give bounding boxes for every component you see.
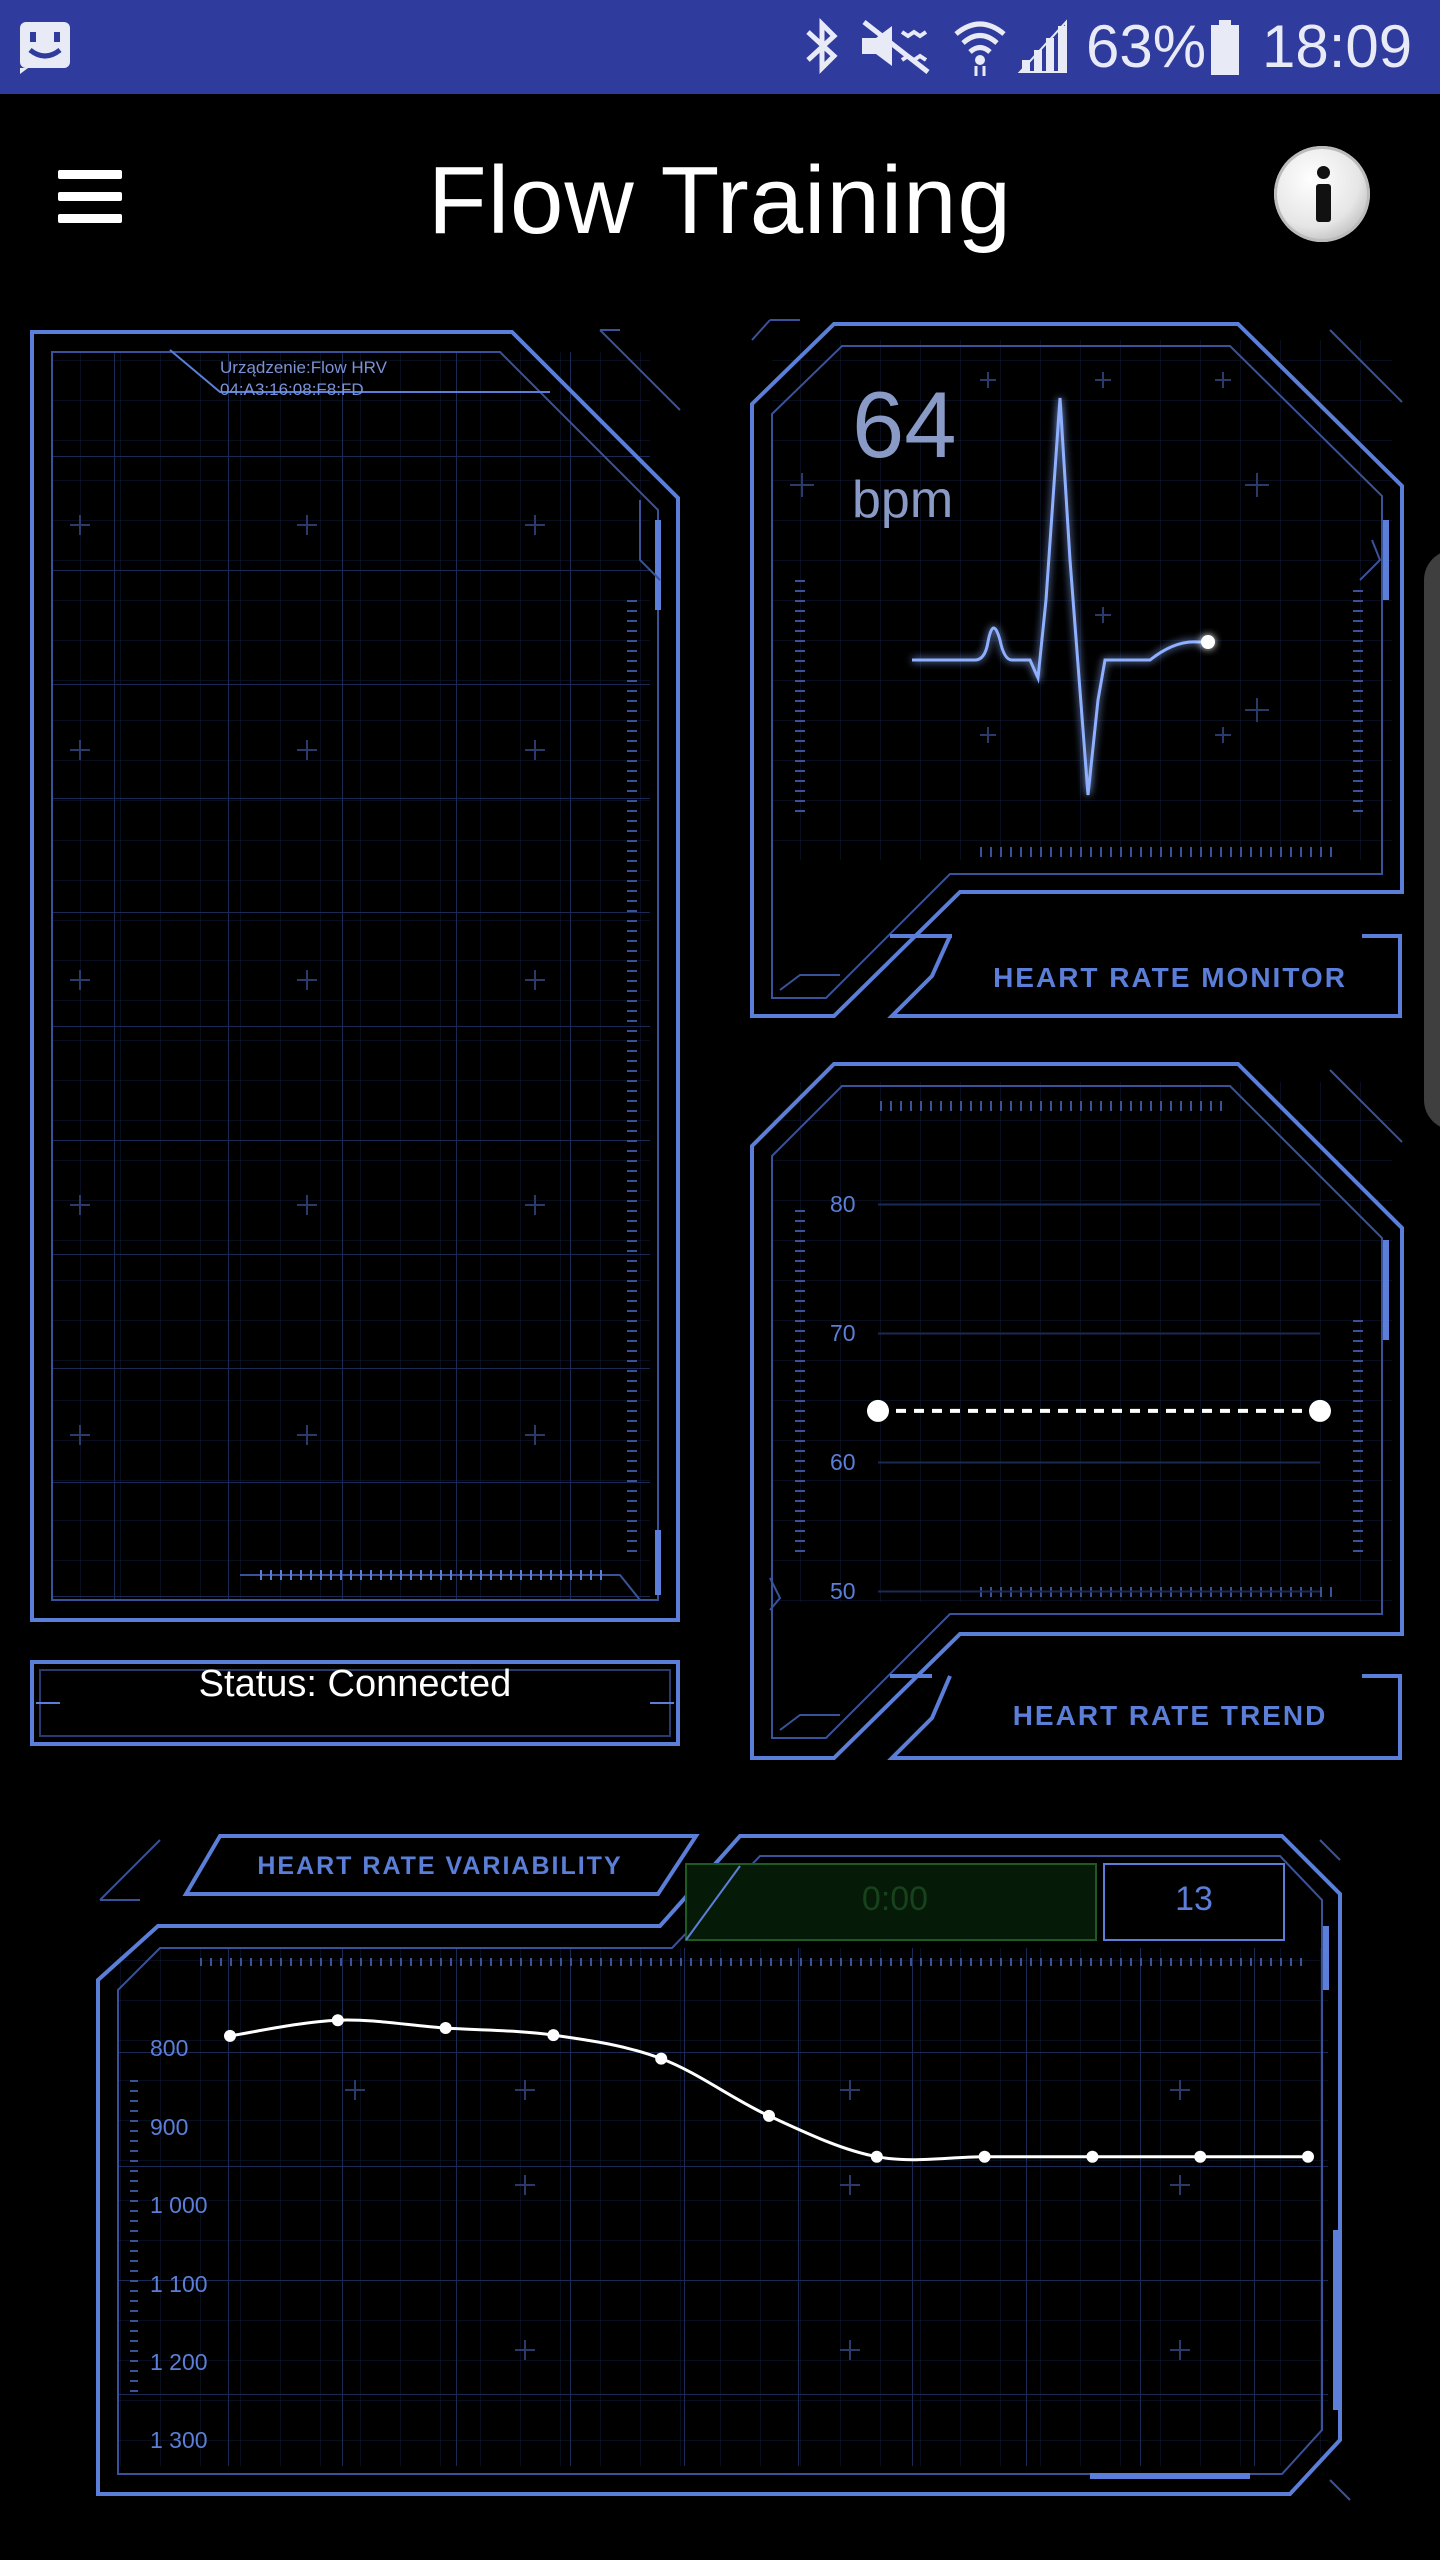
device-info: Urządzenie:Flow HRV 04:A3:16:08:F8:FD bbox=[220, 357, 387, 401]
trend-y-tick: 80 bbox=[830, 1190, 856, 1217]
heart-rate-unit: bpm bbox=[852, 471, 954, 529]
hrv-timer: 0:00 bbox=[861, 1880, 929, 1918]
heart-rate-variability-frame bbox=[96, 1834, 1351, 2501]
hrv-point bbox=[978, 2150, 991, 2163]
hrv-y-tick: 1 100 bbox=[150, 2270, 208, 2297]
hrv-point bbox=[331, 2014, 344, 2027]
hrv-point bbox=[547, 2029, 560, 2042]
heart-rate-monitor-label: HEART RATE MONITOR bbox=[993, 962, 1347, 993]
hrv-y-tick: 1 200 bbox=[150, 2349, 208, 2376]
hrv-point bbox=[1194, 2150, 1207, 2163]
hrv-point bbox=[1302, 2150, 1314, 2163]
hrv-y-tick: 1 300 bbox=[150, 2427, 208, 2454]
hrv-point bbox=[439, 2022, 452, 2035]
trend-y-tick: 70 bbox=[830, 1319, 856, 1346]
heart-rate-trend-label: HEART RATE TREND bbox=[1012, 1700, 1328, 1731]
heart-rate-variability-label: HEART RATE VARIABILITY bbox=[257, 1852, 623, 1880]
edge-panel-handle[interactable] bbox=[1424, 550, 1440, 1130]
hrv-y-tick: 900 bbox=[150, 2113, 189, 2140]
device-name: Urządzenie:Flow HRV bbox=[220, 358, 387, 377]
trend-point bbox=[867, 1399, 889, 1422]
heart-rate-monitor-frame bbox=[750, 319, 1404, 1018]
connection-status: Status: Connected bbox=[198, 1663, 512, 1705]
hrv-point bbox=[763, 2109, 775, 2122]
heart-rate-value: 64 bbox=[852, 372, 957, 477]
hrv-y-tick: 1 000 bbox=[150, 2192, 208, 2219]
trend-y-tick: 50 bbox=[830, 1577, 856, 1604]
hrv-y-tick: 800 bbox=[150, 2035, 189, 2062]
trend-point bbox=[1309, 1399, 1331, 1422]
device-address: 04:A3:16:08:F8:FD bbox=[220, 380, 364, 399]
hrv-point bbox=[870, 2150, 883, 2163]
trend-y-tick: 60 bbox=[830, 1448, 856, 1475]
hrv-point bbox=[655, 2052, 668, 2065]
hrv-point bbox=[1086, 2150, 1099, 2163]
hud-frames bbox=[30, 319, 1404, 2501]
heart-rate-trend-frame bbox=[750, 1062, 1404, 1760]
hrv-count: 13 bbox=[1175, 1880, 1213, 1918]
hrv-point bbox=[224, 2029, 236, 2042]
device-panel-frame bbox=[30, 329, 681, 1622]
